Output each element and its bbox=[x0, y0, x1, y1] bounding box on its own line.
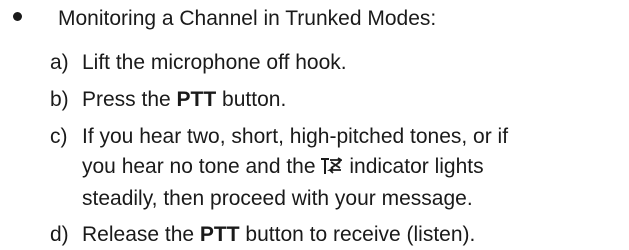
step-text-part: button. bbox=[216, 88, 287, 111]
trunking-signal-icon bbox=[320, 154, 344, 184]
step-text: Release the PTT button to receive (liste… bbox=[82, 220, 475, 250]
section-heading: Monitoring a Channel in Trunked Modes: bbox=[58, 7, 437, 30]
step-line: If you hear two, short, high-pitched ton… bbox=[82, 125, 509, 148]
ptt-label: PTT bbox=[176, 88, 217, 111]
step-line: you hear no tone and the indicator light… bbox=[82, 152, 508, 184]
step-b: b) Press the PTT button. bbox=[50, 85, 286, 115]
step-marker: c) bbox=[50, 125, 68, 148]
step-line: steadily, then proceed with your message… bbox=[82, 187, 473, 210]
step-marker: b) bbox=[50, 88, 69, 111]
bullet-dot bbox=[13, 12, 22, 21]
step-text-part: indicator lights bbox=[343, 155, 484, 178]
ptt-label: PTT bbox=[199, 223, 240, 246]
step-text-part: you hear no tone and the bbox=[82, 155, 316, 178]
step-c: c) If you hear two, short, high-pitched … bbox=[50, 122, 508, 210]
step-text: Press the PTT button. bbox=[82, 85, 286, 115]
step-text-part: Press the bbox=[82, 88, 177, 111]
step-text: If you hear two, short, high-pitched ton… bbox=[82, 122, 508, 214]
step-a: a) Lift the microphone off hook. bbox=[50, 48, 347, 78]
step-marker: a) bbox=[50, 51, 69, 74]
step-text-part: Release the bbox=[82, 223, 200, 246]
step-text-part: button to receive (listen). bbox=[239, 223, 476, 246]
step-text: Lift the microphone off hook. bbox=[82, 51, 347, 74]
instruction-block: Monitoring a Channel in Trunked Modes: a… bbox=[0, 0, 629, 246]
step-d: d) Release the PTT button to receive (li… bbox=[50, 220, 475, 250]
step-marker: d) bbox=[50, 223, 69, 246]
